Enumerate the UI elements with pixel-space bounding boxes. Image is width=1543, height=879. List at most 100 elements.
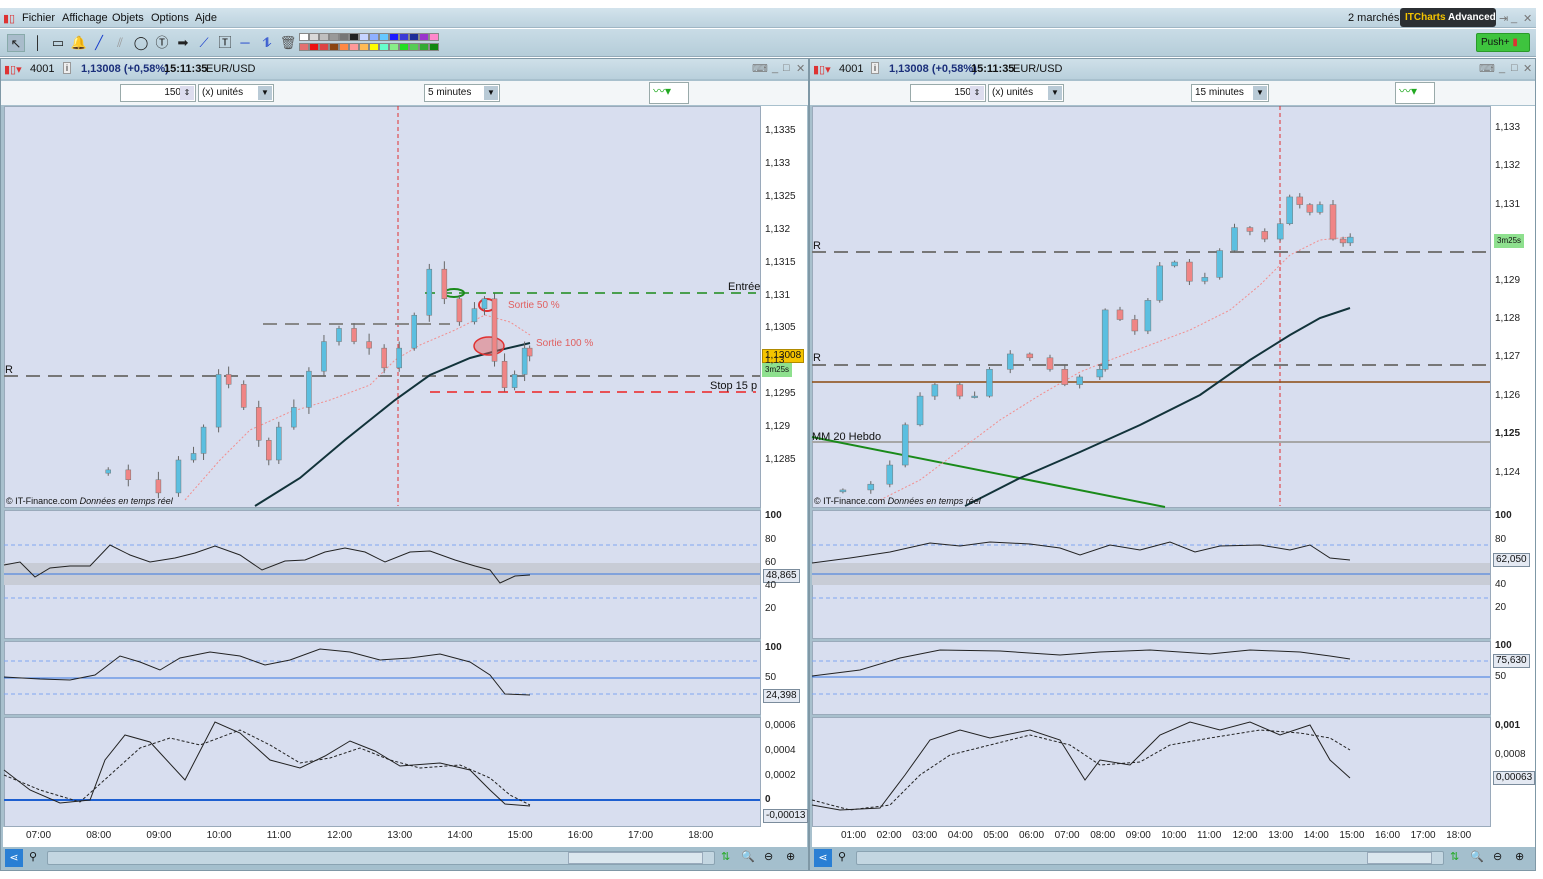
candle-body (971, 395, 978, 398)
time-tick: 18:00 (1446, 830, 1472, 841)
candle-body (240, 384, 247, 408)
candle (481, 296, 488, 316)
candle-body (867, 483, 875, 491)
price-tick: 1,13 (765, 355, 785, 367)
time-tick: 07:00 (1054, 830, 1080, 841)
candle (190, 446, 197, 463)
oscillator-3-line (811, 721, 1351, 811)
osc-tick: 20 (1495, 602, 1507, 613)
candle-body (426, 268, 433, 316)
candle-body (1306, 204, 1314, 213)
time-tick: 06:00 (1019, 830, 1045, 841)
realtime-notice: Données en temps réel (79, 496, 173, 506)
candle (1061, 364, 1069, 387)
candle (1306, 203, 1314, 216)
candle-body (1316, 204, 1324, 213)
time-tick: 08:00 (86, 830, 112, 841)
candle (125, 464, 132, 487)
candle-body (1116, 309, 1124, 320)
price-tick: 1,131 (1495, 199, 1521, 210)
osc-tick: 100 (765, 510, 782, 521)
candle-body (1186, 261, 1193, 282)
candle-body (321, 341, 327, 372)
candle-body (521, 347, 528, 375)
candle-body (190, 453, 197, 461)
osc-tick: 50 (765, 672, 777, 683)
candle-body (511, 374, 518, 388)
candle (175, 456, 182, 497)
price-tick: 1,124 (1495, 467, 1521, 478)
time-tick: 15:00 (1339, 830, 1365, 841)
time-tick: 12:00 (327, 830, 353, 841)
candle-body (155, 479, 162, 494)
candle-body (1131, 319, 1139, 332)
exit100-label: Sortie 100 % (536, 338, 594, 349)
osc-tick: 80 (1495, 534, 1507, 545)
osc-tick: 100 (765, 642, 782, 653)
price-tick: 1,125 (1495, 428, 1521, 439)
price-tick: 1,133 (765, 157, 791, 169)
time-tick: 18:00 (688, 830, 714, 841)
osc-tick: 50 (1495, 671, 1507, 682)
time-tick: 15:00 (507, 830, 533, 841)
oscillator-3-signal (3, 729, 531, 806)
price-tick: 1,1335 (765, 125, 796, 136)
resistance-label: R (5, 364, 13, 376)
time-tick: 01:00 (841, 830, 867, 841)
exit100-marker[interactable] (473, 336, 505, 356)
resistance-label: R (813, 352, 821, 364)
candle-body (1339, 238, 1347, 244)
candle-body (105, 469, 111, 474)
candle (1026, 352, 1034, 361)
time-tick: 12:00 (1232, 830, 1258, 841)
candle (1261, 228, 1269, 243)
time-tick: 10:00 (1161, 830, 1187, 841)
candle-body (1046, 357, 1054, 370)
candle (471, 302, 478, 325)
osc-tick: 40 (1495, 579, 1507, 590)
oscillator-3-value: -0,00013 (763, 809, 809, 823)
price-tick: 1,129 (765, 421, 791, 433)
candle (255, 400, 262, 447)
candle-body (276, 426, 282, 461)
candle (1076, 374, 1083, 389)
candle (491, 293, 498, 367)
mm20-label: MM 20 Hebdo (812, 431, 882, 443)
candle-body (266, 440, 272, 461)
price-tick: 1,132 (765, 223, 791, 235)
oscillator-2-line (3, 648, 531, 696)
candle-body (1156, 265, 1164, 301)
candle (1276, 219, 1284, 242)
candle-body (441, 268, 448, 300)
candle (351, 323, 357, 345)
candle (1286, 194, 1293, 226)
osc-tick: 0,0008 (1495, 749, 1526, 760)
time-tick: 09:00 (1125, 830, 1151, 841)
oscillator-1-value: 62,050 (1493, 553, 1530, 567)
candle-body (1276, 223, 1284, 240)
candle-body (1231, 227, 1238, 251)
candle (1131, 314, 1139, 335)
candle (1116, 306, 1124, 322)
candle-body (1216, 250, 1223, 278)
candle (456, 294, 463, 326)
candle-body (986, 369, 993, 397)
oscillator-3-value: 0,00063 (1493, 771, 1536, 785)
oscillator-2-value: 75,630 (1493, 654, 1530, 668)
candle-countdown: 3m25s (1494, 234, 1525, 248)
osc-tick: 20 (765, 603, 777, 614)
candle-body (1329, 204, 1337, 240)
realtime-notice: Données en temps réel (887, 496, 981, 506)
candle (426, 263, 433, 322)
time-tick: 04:00 (947, 830, 973, 841)
candle (1296, 193, 1304, 209)
candle (1101, 308, 1109, 372)
candle (501, 353, 508, 392)
osc-tick: 80 (765, 534, 777, 545)
candle-body (215, 374, 222, 428)
candle-body (306, 370, 312, 408)
candle (215, 369, 222, 433)
price-tick: 1,1305 (765, 322, 796, 334)
osc-tick: 0,0002 (765, 770, 796, 781)
time-tick: 16:00 (1375, 830, 1401, 841)
